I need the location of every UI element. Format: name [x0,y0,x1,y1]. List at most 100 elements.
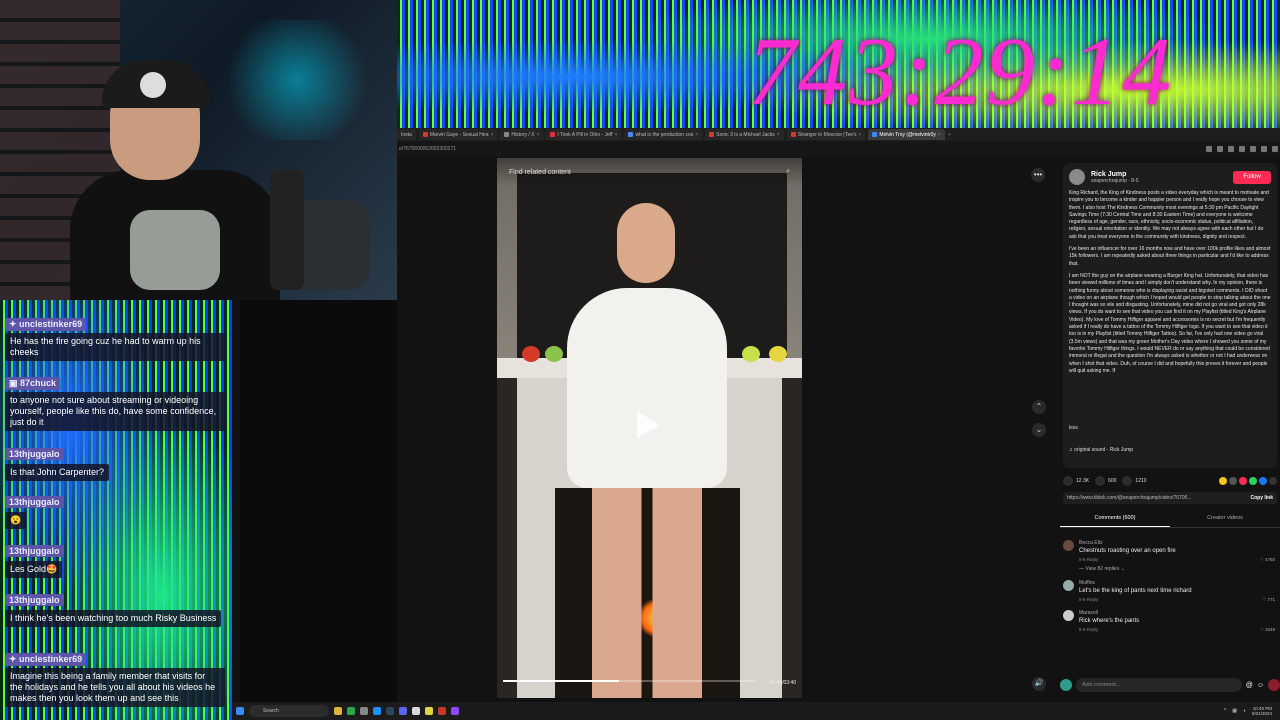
tab-sonic[interactable]: Sonic 3 is a Michael Jacks × [705,129,784,140]
follow-button[interactable]: Follow [1233,170,1271,184]
collections-icon[interactable] [1250,146,1256,152]
less-link[interactable]: less [1069,425,1078,431]
video-progress-bar[interactable] [503,680,755,682]
close-icon[interactable]: × [490,132,493,138]
send-icon[interactable] [1239,477,1247,485]
close-icon[interactable]: × [859,132,862,138]
obs-icon[interactable] [412,707,420,715]
next-video-button[interactable]: ⌄ [1032,423,1046,437]
original-sound[interactable]: ♫ original sound - Rick Jump [1069,447,1133,453]
commenter-name[interactable]: Muffins [1079,580,1192,586]
like-stat[interactable]: 12.3K [1063,476,1089,486]
comment-meta[interactable]: 8-6 Reply [1079,597,1192,602]
windows-start-icon[interactable] [236,707,244,715]
like-count: 12.3K [1076,478,1090,484]
comment-input[interactable]: Add comment... [1076,678,1242,692]
favorites-icon[interactable] [1239,146,1245,152]
tab-history[interactable]: History / X × [500,129,544,140]
reader-icon[interactable] [1217,146,1223,152]
comment-meta[interactable]: 8-6 Reply [1079,557,1176,562]
more-share-icon[interactable] [1269,477,1277,485]
mention-icon[interactable]: @ [1246,682,1253,689]
tab-pill-ohio[interactable]: I Took A Pill in Ohio - Jeff × [546,129,622,140]
taskbar-search[interactable]: Search [249,705,329,717]
play-icon[interactable] [637,411,659,439]
close-icon[interactable]: × [938,132,941,138]
whatsapp-icon[interactable] [1249,477,1257,485]
tab-comments[interactable]: Comments (600) [1060,510,1170,527]
tab-production-cost[interactable]: what is the production cos × [624,129,703,140]
more-options-button[interactable]: ••• [1031,168,1045,182]
tab-creator-videos[interactable]: Creator videos [1170,510,1280,527]
menu-icon[interactable] [1272,146,1278,152]
share-icon[interactable] [1219,477,1227,485]
taskbar-clock[interactable]: 10:45 PM 8/21/2024 [1252,706,1272,717]
bookmark-icon[interactable] [1228,146,1234,152]
volume-tray-icon[interactable]: ◖ [1243,708,1246,714]
address-bar[interactable]: o/7670600062655300271 [397,141,1280,157]
chat-overlay: ✦ unclestinker69 He has the fire going c… [0,310,232,710]
network-icon[interactable]: ▦ [1232,708,1237,714]
chevron-up-icon[interactable]: ^ [1224,708,1226,714]
comment-like[interactable]: ♡ 771 [1262,597,1275,603]
new-tab-icon[interactable]: + [948,132,951,138]
commenter-avatar[interactable] [1063,610,1074,621]
microphone [270,170,304,290]
tab-label: what is the production cos [635,131,694,138]
close-icon[interactable]: × [615,132,618,138]
commenter-name[interactable]: Marasoll [1079,610,1139,616]
post-comment-button[interactable] [1268,679,1280,691]
notes-icon[interactable] [425,707,433,715]
comment-like-count: 4760 [1264,557,1275,562]
comment-like[interactable]: ♡ 4760 [1260,557,1275,563]
comment-like[interactable]: ♡ 1549 [1260,627,1275,633]
volume-icon[interactable]: 🔊 [1032,677,1046,691]
facebook-icon[interactable] [1259,477,1267,485]
close-icon[interactable]: × [777,132,780,138]
previous-video-button[interactable]: ⌃ [1032,400,1046,414]
stream-layout: 743:29:14 Insta Marvin Gaye - Sexual Hea… [0,0,1280,720]
author-row: Rick Jump seaperchrajump · 8-5 Follow [1069,169,1271,185]
tab-insta[interactable]: Insta [397,129,416,140]
video-link[interactable]: https://www.tiktok.com/@seaperchrajump/v… [1067,495,1250,501]
author-avatar[interactable] [1069,169,1085,185]
comment-meta[interactable]: 8-5 Reply [1079,627,1139,632]
save-count: 1210 [1135,478,1147,484]
commenter-avatar[interactable] [1063,580,1074,591]
url-text[interactable]: o/7670600062655300271 [399,146,1206,152]
emoji-icon[interactable]: ☺ [1257,682,1264,689]
app-icon[interactable] [438,707,446,715]
engagement-stats: 12.3K 600 1210 [1063,476,1277,486]
author-name[interactable]: Rick Jump [1091,171,1139,178]
find-related-bar[interactable]: Find related content ⌕ [497,158,802,186]
embed-icon[interactable] [1229,477,1237,485]
close-icon[interactable]: × [536,132,539,138]
close-icon[interactable]: × [695,132,698,138]
steam-icon[interactable] [386,707,394,715]
file-explorer-icon[interactable] [334,707,342,715]
copy-link-button[interactable]: Copy link [1250,495,1273,501]
commenter-avatar[interactable] [1063,540,1074,551]
fruit [769,346,787,362]
chat-username: 13thjuggalo [5,594,64,606]
search-icon[interactable]: ⌕ [786,168,790,176]
tab-marvin-gaye[interactable]: Marvin Gaye - Sexual Hea × [418,129,498,140]
chat-username-text: unclestinker69 [19,654,83,664]
edge-icon[interactable] [373,707,381,715]
save-stat[interactable]: 1210 [1122,476,1147,486]
twitch-icon[interactable] [451,707,459,715]
profile-icon[interactable] [1261,146,1267,152]
settings-icon[interactable] [360,707,368,715]
commenter-name[interactable]: Becca Eltz [1079,540,1176,546]
extension-icon[interactable] [1206,146,1212,152]
comment-stat[interactable]: 600 [1095,476,1116,486]
tab-melvin-troy[interactable]: Melvin Troy (@melvintr0y × [868,129,945,140]
discord-icon[interactable] [399,707,407,715]
tab-label: Marvin Gaye - Sexual Hea [429,131,489,138]
view-replies-link[interactable]: — View 82 replies ⌄ [1079,566,1277,572]
find-related-label: Find related content [509,168,571,176]
xbox-icon[interactable] [347,707,355,715]
chat-username: 13thjuggalo [5,448,64,460]
video-player[interactable]: Find related content ⌕ 01:42/03:40 [497,158,802,698]
tab-stranger-moscow[interactable]: Stranger in Moscow (Tee's × [786,129,866,140]
